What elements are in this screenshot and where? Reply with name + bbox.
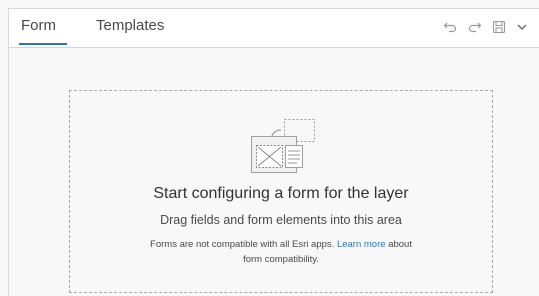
tab-bar: Form Templates [9, 9, 539, 48]
chevron-down-icon [517, 24, 527, 30]
empty-state-title: Start configuring a form for the layer [153, 185, 409, 202]
save-options-dropdown[interactable] [514, 19, 530, 35]
undo-icon [443, 22, 457, 33]
note-prefix: Forms are not compatible with all Esri a… [150, 239, 335, 250]
redo-button[interactable] [467, 19, 483, 35]
empty-state-subtitle: Drag fields and form elements into this … [160, 213, 402, 227]
redo-icon [468, 22, 482, 33]
form-drop-zone[interactable]: Start configuring a form for the layer D… [69, 90, 493, 293]
form-layout-illustration-icon [251, 119, 315, 173]
form-builder-panel: Form Templates Start configuring a form … [0, 0, 539, 296]
note-suffix: form compatibility. [243, 254, 319, 265]
active-tab-indicator [19, 43, 67, 45]
tab-form[interactable]: Form [21, 9, 56, 47]
learn-more-link[interactable]: Learn more [337, 239, 386, 250]
save-icon [492, 20, 506, 34]
compatibility-note: Forms are not compatible with all Esri a… [70, 237, 492, 267]
note-mid: about [388, 239, 412, 250]
undo-button[interactable] [442, 19, 458, 35]
save-button[interactable] [491, 19, 507, 35]
tab-templates[interactable]: Templates [96, 9, 164, 47]
